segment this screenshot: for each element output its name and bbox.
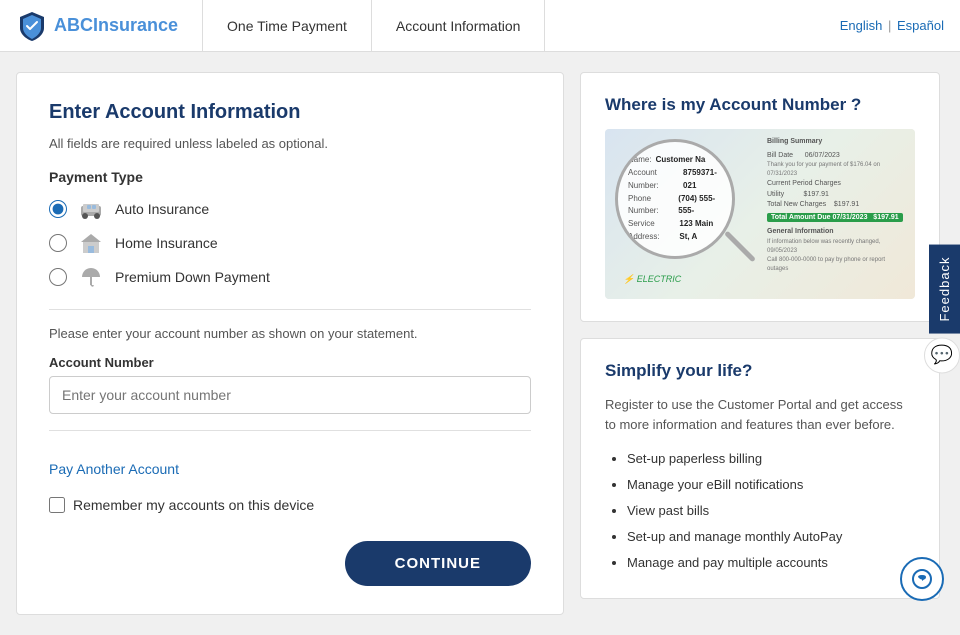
radio-auto-insurance[interactable]: Auto Insurance (49, 197, 531, 221)
shield-icon (16, 10, 48, 42)
radio-home-input[interactable] (49, 234, 67, 252)
continue-button[interactable]: CONTINUE (345, 541, 531, 586)
right-panel: Where is my Account Number ? Name:Custom… (580, 72, 940, 615)
simplify-title: Simplify your life? (605, 361, 915, 381)
radio-premium-input[interactable] (49, 268, 67, 286)
radio-home-label: Home Insurance (115, 235, 218, 251)
list-item: Set-up and manage monthly AutoPay (627, 524, 915, 550)
pay-another-link[interactable]: Pay Another Account (49, 461, 179, 477)
home-icon (77, 231, 105, 255)
account-number-input[interactable] (49, 376, 531, 414)
panel-title: Enter Account Information (49, 101, 531, 124)
magnifier-handle (724, 231, 756, 263)
statement-bg: Name:Customer Na Account Number:8759371-… (605, 129, 915, 299)
list-item: Set-up paperless billing (627, 446, 915, 472)
account-note: Please enter your account number as show… (49, 326, 531, 341)
chat-bubble[interactable] (900, 557, 944, 601)
nav-tabs: One Time Payment Account Information (202, 0, 545, 52)
list-item: View past bills (627, 498, 915, 524)
simplify-description: Register to use the Customer Portal and … (605, 395, 915, 434)
radio-premium[interactable]: Premium Down Payment (49, 265, 531, 289)
where-account-title: Where is my Account Number ? (605, 95, 915, 115)
header: ABCInsurance One Time Payment Account In… (0, 0, 960, 52)
feedback-chat-icon[interactable]: 💬 (924, 337, 960, 373)
tab-one-time-payment[interactable]: One Time Payment (202, 0, 372, 52)
list-item: Manage and pay multiple accounts (627, 550, 915, 576)
account-number-label: Account Number (49, 355, 531, 370)
radio-auto-input[interactable] (49, 200, 67, 218)
remember-row: Remember my accounts on this device (49, 497, 531, 513)
logo-text: ABCInsurance (54, 15, 178, 36)
payment-type-label: Payment Type (49, 169, 531, 185)
auto-icon (77, 197, 105, 221)
tab-account-information[interactable]: Account Information (372, 0, 546, 52)
radio-home-insurance[interactable]: Home Insurance (49, 231, 531, 255)
feedback-panel: Feedback 💬 (924, 244, 960, 373)
logo[interactable]: ABCInsurance (16, 10, 178, 42)
statement-logo: ⚡ ELECTRIC (623, 274, 681, 285)
where-account-card: Where is my Account Number ? Name:Custom… (580, 72, 940, 322)
feedback-button[interactable]: Feedback (929, 244, 960, 333)
list-item: Manage your eBill notifications (627, 472, 915, 498)
lang-english[interactable]: English (840, 18, 883, 33)
statement-billing: Billing Summary Bill Date 06/07/2023 Tha… (767, 137, 907, 274)
remember-label: Remember my accounts on this device (73, 497, 314, 513)
simplify-list: Set-up paperless billing Manage your eBi… (605, 446, 915, 576)
required-note: All fields are required unless labeled a… (49, 136, 531, 151)
main-content: Enter Account Information All fields are… (0, 52, 960, 635)
simplify-card: Simplify your life? Register to use the … (580, 338, 940, 599)
remember-checkbox[interactable] (49, 497, 65, 513)
statement-magnifier: Name:Customer Na Account Number:8759371-… (615, 139, 735, 259)
radio-auto-label: Auto Insurance (115, 201, 209, 217)
umbrella-icon (77, 265, 105, 289)
left-panel: Enter Account Information All fields are… (16, 72, 564, 615)
language-selector: English | Español (840, 18, 944, 33)
divider-2 (49, 430, 531, 431)
lang-spanish[interactable]: Español (897, 18, 944, 33)
lang-separator: | (888, 18, 891, 33)
radio-premium-label: Premium Down Payment (115, 269, 270, 285)
divider-1 (49, 309, 531, 310)
payment-type-group: Auto Insurance Home Insurance (49, 197, 531, 289)
statement-preview: Name:Customer Na Account Number:8759371-… (605, 129, 915, 299)
